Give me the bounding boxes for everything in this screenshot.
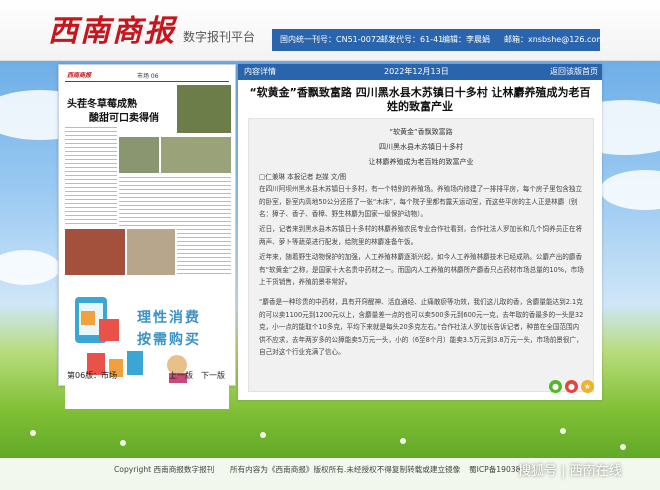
paper-page-footer: 第06版：市场 上一版 下一版 xyxy=(59,365,235,385)
ad-slogan-1: 理性消费 xyxy=(137,310,201,326)
cloud xyxy=(0,250,60,285)
flower xyxy=(260,432,266,438)
icp-number[interactable]: 蜀ICP备19038 xyxy=(469,464,520,475)
paper-photo xyxy=(161,137,231,173)
copyright: Copyright 西南商报数字报刊 xyxy=(114,465,215,474)
paper-text-column xyxy=(177,229,231,275)
back-to-page-link[interactable]: 返回该版首页 xyxy=(550,64,598,80)
flower xyxy=(30,430,36,436)
paper-masthead-bar: 西南商报 市场 06 xyxy=(65,69,229,82)
cloud xyxy=(600,170,660,210)
site-logo[interactable]: 西南商报 xyxy=(48,6,176,50)
weibo-icon[interactable]: ● xyxy=(565,380,578,393)
article-date: 2022年12月13日 xyxy=(384,67,449,76)
cn-number: 国内统一刊号：CN51-0072 xyxy=(280,35,381,44)
publication-info-bar: 国内统一刊号：CN51-0072 邮发代号：61-41 编辑：李晨娟 邮箱：xn… xyxy=(272,29,604,51)
paper-masthead: 西南商报 xyxy=(67,72,92,79)
article-paragraph: 近年来，随着野生动物保护的加强，人工养殖林麝逐渐兴起，如今人工养殖林麝技术已经成… xyxy=(259,253,584,286)
rights-notice: 所有内容为《西南商报》版权所有.未经授权不得复制转载或建立镜像 xyxy=(230,465,461,474)
article-panel: 内容详情 2022年12月13日 返回该版首页 “软黄金”香飘致富路 四川黑水县… xyxy=(238,64,602,400)
site-header: 西南商报 数字报刊平台 国内统一刊号：CN51-0072 邮发代号：61-41 … xyxy=(0,0,660,61)
page-name: 第06版：市场 xyxy=(67,371,118,380)
breadcrumb: 内容详情 xyxy=(244,67,276,76)
article-top-bar: 内容详情 2022年12月13日 返回该版首页 xyxy=(238,64,602,80)
post-code: 邮发代号：61-41 xyxy=(380,35,444,44)
newspaper-page-preview[interactable]: 西南商报 市场 06 头茬冬草莓成熟 酸甜可口卖得俏 理性消费 按需购买 第06… xyxy=(58,64,236,409)
paper-text-column xyxy=(65,127,117,225)
platform-label: 数字报刊平台 xyxy=(183,30,256,44)
paper-photo-building xyxy=(127,229,175,275)
article-body: “软黄金”香飘致富路 四川黑水县木苏镇日十多村 让林麝养殖成为老百姓的致富产业 … xyxy=(248,118,594,392)
paper-section-tag: 市场 06 xyxy=(137,73,159,80)
paper-advertisement: 理性消费 按需购买 xyxy=(65,287,229,409)
article-title: “软黄金”香飘致富路 四川黑水县木苏镇日十多村 让林麝养殖成为老百姓的致富产业 xyxy=(249,86,591,113)
paper-text-column xyxy=(119,177,231,227)
next-page-link[interactable]: 下一版 xyxy=(201,370,225,381)
article-paragraph: 近日，记者来到黑水县木苏镇日十多村的林麝养殖农民专业合作社看到，合作社法人罗加长… xyxy=(259,225,583,246)
article-byline: □仁兼琳 本报记者 赵媒 文/图 xyxy=(259,173,347,181)
article-subtitle-3: 让林麝养殖成为老百姓的致富产业 xyxy=(368,158,474,166)
flower xyxy=(120,440,126,446)
wechat-icon[interactable]: ● xyxy=(549,380,562,393)
paper-photo xyxy=(119,137,159,173)
paper-headline-1[interactable]: 头茬冬草莓成熟 xyxy=(67,95,137,110)
prev-page-link[interactable]: 上一版 xyxy=(169,370,193,381)
ad-slogan-2: 按需购买 xyxy=(137,332,201,348)
flower xyxy=(400,438,406,444)
article-paragraph: “麝香是一种珍贵的中药材，具有开窍醒神、活血通经、止痛散瘀等功效，我们这儿取的香… xyxy=(259,298,584,356)
paper-photo xyxy=(177,85,231,133)
source-watermark: 搜狐号 | 西南在线 xyxy=(518,464,622,479)
flower xyxy=(620,444,626,450)
article-paragraph: 在四川阿坝州黑水县木苏镇日十多村，有一个特别的养殖场。养殖场内修建了一排排平房，… xyxy=(259,185,583,218)
paper-photo-trucks xyxy=(65,229,125,275)
email: 邮箱：xnsbshe@126.com xyxy=(504,35,605,44)
article-subtitle-1: “软黄金”香飘致富路 xyxy=(389,128,453,136)
editor: 编辑：李晨娟 xyxy=(442,35,490,44)
flower xyxy=(560,428,566,434)
favorite-icon[interactable]: ★ xyxy=(581,380,594,393)
paper-headline-2[interactable]: 酸甜可口卖得俏 xyxy=(89,109,159,124)
article-subtitle-2: 四川黑水县木苏镇日十多村 xyxy=(379,143,463,151)
